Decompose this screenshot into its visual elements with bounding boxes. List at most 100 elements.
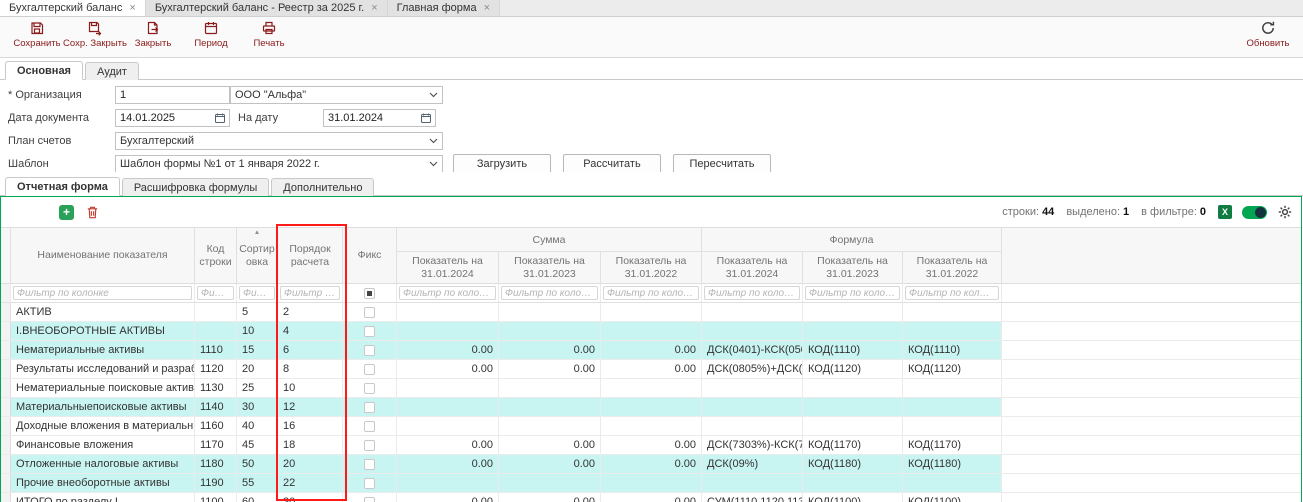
- cell-formula-2023[interactable]: КОД(1180): [803, 455, 903, 473]
- close-icon[interactable]: ×: [129, 3, 135, 14]
- cell-formula-2024[interactable]: ДСК(0805%)+ДСК(08...: [702, 360, 803, 378]
- window-tab-main-form[interactable]: Главная форма ×: [388, 0, 500, 16]
- column-header-sum-2024[interactable]: Показатель на 31.01.2024: [397, 252, 499, 283]
- cell-calc-order[interactable]: 16: [278, 417, 343, 435]
- toggle-switch[interactable]: [1242, 206, 1267, 219]
- cell-formula-2022[interactable]: [903, 417, 1002, 435]
- cell-calc-order[interactable]: 10: [278, 379, 343, 397]
- cell-formula-2023[interactable]: КОД(1120): [803, 360, 903, 378]
- cell-sum-2024[interactable]: 0.00: [397, 493, 499, 502]
- table-row[interactable]: I.ВНЕОБОРОТНЫЕ АКТИВЫ 10 4: [1, 322, 1301, 341]
- cell-formula-2024[interactable]: [702, 303, 803, 321]
- cell-formula-2022[interactable]: [903, 379, 1002, 397]
- cell-formula-2022[interactable]: [903, 303, 1002, 321]
- load-button[interactable]: Загрузить: [453, 154, 551, 174]
- cell-formula-2022[interactable]: КОД(1170): [903, 436, 1002, 454]
- cell-formula-2024[interactable]: [702, 474, 803, 492]
- close-button[interactable]: Закрыть: [124, 20, 182, 49]
- cell-name[interactable]: Нематериальные активы: [11, 341, 195, 359]
- cell-formula-2023[interactable]: КОД(1110): [803, 341, 903, 359]
- cell-sum-2024[interactable]: [397, 322, 499, 340]
- table-row[interactable]: Отложенные налоговые активы 1180 50 20 0…: [1, 455, 1301, 474]
- row-selector[interactable]: [1, 436, 11, 454]
- cell-fix[interactable]: [343, 436, 397, 454]
- organization-select[interactable]: ООО "Альфа": [230, 86, 443, 104]
- cell-fix[interactable]: [343, 341, 397, 359]
- cell-formula-2024[interactable]: [702, 379, 803, 397]
- table-row[interactable]: Прочие внеоборотные активы 1190 55 22: [1, 474, 1301, 493]
- fix-checkbox[interactable]: [364, 307, 375, 318]
- cell-sum-2022[interactable]: 0.00: [601, 341, 702, 359]
- cell-sum-2022[interactable]: [601, 379, 702, 397]
- cell-formula-2024[interactable]: ДСК(09%): [702, 455, 803, 473]
- table-row[interactable]: ИТОГО по разделу I 1100 60 30 0.00 0.00 …: [1, 493, 1301, 502]
- cell-sum-2022[interactable]: 0.00: [601, 493, 702, 502]
- cell-calc-order[interactable]: 30: [278, 493, 343, 502]
- cell-name[interactable]: I.ВНЕОБОРОТНЫЕ АКТИВЫ: [11, 322, 195, 340]
- cell-formula-2022[interactable]: КОД(1180): [903, 455, 1002, 473]
- cell-fix[interactable]: [343, 474, 397, 492]
- cell-formula-2024[interactable]: ДСК(7303%)-КСК(73...: [702, 436, 803, 454]
- filter-input-sum-2024[interactable]: [399, 286, 496, 300]
- tab-formula-decode[interactable]: Расшифровка формулы: [122, 178, 269, 196]
- table-row[interactable]: Нематериальные активы 1110 15 6 0.00 0.0…: [1, 341, 1301, 360]
- cell-formula-2022[interactable]: КОД(1110): [903, 341, 1002, 359]
- column-header-formula-2022[interactable]: Показатель на 31.01.2022: [903, 252, 1002, 283]
- filter-input-sort[interactable]: [239, 286, 275, 300]
- fix-checkbox[interactable]: [364, 421, 375, 432]
- add-row-button[interactable]: +: [59, 205, 74, 220]
- cell-sort[interactable]: 60: [237, 493, 278, 502]
- row-selector[interactable]: [1, 493, 11, 502]
- column-header-formula-2024[interactable]: Показатель на 31.01.2024: [702, 252, 803, 283]
- row-selector[interactable]: [1, 398, 11, 416]
- fix-checkbox[interactable]: [364, 440, 375, 451]
- cell-calc-order[interactable]: 4: [278, 322, 343, 340]
- cell-formula-2024[interactable]: [702, 417, 803, 435]
- filter-input-sum-2022[interactable]: [603, 286, 699, 300]
- cell-sum-2024[interactable]: 0.00: [397, 360, 499, 378]
- fix-checkbox[interactable]: [364, 345, 375, 356]
- cell-calc-order[interactable]: 2: [278, 303, 343, 321]
- cell-fix[interactable]: [343, 322, 397, 340]
- table-row[interactable]: Нематериальные поисковые активы 1130 25 …: [1, 379, 1301, 398]
- table-row[interactable]: Финансовые вложения 1170 45 18 0.00 0.00…: [1, 436, 1301, 455]
- cell-name[interactable]: АКТИВ: [11, 303, 195, 321]
- cell-calc-order[interactable]: 6: [278, 341, 343, 359]
- row-selector[interactable]: [1, 360, 11, 378]
- cell-sum-2022[interactable]: 0.00: [601, 455, 702, 473]
- cell-sum-2022[interactable]: [601, 417, 702, 435]
- delete-row-button[interactable]: [85, 205, 100, 220]
- filter-fix-checkbox[interactable]: [364, 288, 375, 299]
- chart-of-accounts-select[interactable]: Бухгалтерский: [115, 132, 443, 150]
- refresh-button[interactable]: Обновить: [1239, 20, 1297, 49]
- chevron-down-icon[interactable]: [429, 161, 438, 167]
- excel-export-icon[interactable]: X: [1218, 205, 1232, 219]
- row-selector[interactable]: [1, 322, 11, 340]
- organization-code-input[interactable]: [115, 86, 230, 104]
- fix-checkbox[interactable]: [364, 459, 375, 470]
- cell-sort[interactable]: 10: [237, 322, 278, 340]
- fix-checkbox[interactable]: [364, 402, 375, 413]
- cell-sum-2022[interactable]: [601, 322, 702, 340]
- cell-sum-2022[interactable]: 0.00: [601, 360, 702, 378]
- cell-code[interactable]: 1110: [195, 341, 237, 359]
- cell-name[interactable]: ИТОГО по разделу I: [11, 493, 195, 502]
- cell-formula-2022[interactable]: КОД(1100): [903, 493, 1002, 502]
- cell-formula-2023[interactable]: [803, 417, 903, 435]
- cell-sum-2023[interactable]: 0.00: [499, 455, 601, 473]
- cell-calc-order[interactable]: 18: [278, 436, 343, 454]
- cell-formula-2023[interactable]: [803, 398, 903, 416]
- column-header-sum-2022[interactable]: Показатель на 31.01.2022: [601, 252, 702, 283]
- cell-sum-2023[interactable]: 0.00: [499, 341, 601, 359]
- cell-fix[interactable]: [343, 417, 397, 435]
- close-icon[interactable]: ×: [371, 3, 377, 14]
- cell-sum-2023[interactable]: 0.00: [499, 436, 601, 454]
- cell-sum-2024[interactable]: 0.00: [397, 341, 499, 359]
- cell-name[interactable]: Материальныепоисковые активы: [11, 398, 195, 416]
- cell-formula-2023[interactable]: КОД(1170): [803, 436, 903, 454]
- cell-sum-2023[interactable]: [499, 398, 601, 416]
- cell-sum-2022[interactable]: 0.00: [601, 436, 702, 454]
- column-header-sum-2023[interactable]: Показатель на 31.01.2023: [499, 252, 601, 283]
- filter-input-formula-2023[interactable]: [805, 286, 900, 300]
- tab-report-form[interactable]: Отчетная форма: [5, 177, 120, 196]
